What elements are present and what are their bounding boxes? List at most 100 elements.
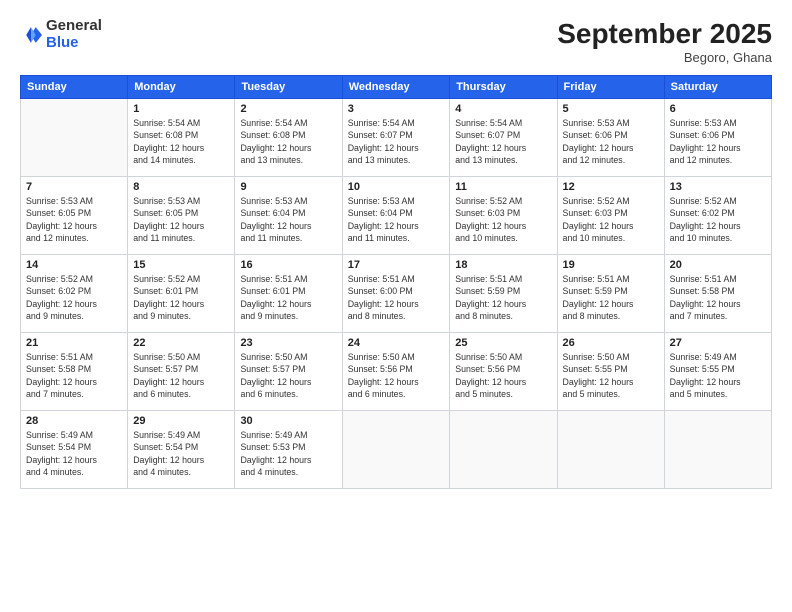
logo: General Blue — [20, 18, 102, 51]
day-info: Sunrise: 5:54 AMSunset: 6:08 PMDaylight:… — [133, 117, 229, 166]
day-info: Sunrise: 5:53 AMSunset: 6:05 PMDaylight:… — [26, 195, 122, 244]
table-row: 26 Sunrise: 5:50 AMSunset: 5:55 PMDayligh… — [557, 333, 664, 411]
calendar-week-row: 1 Sunrise: 5:54 AMSunset: 6:08 PMDaylight… — [21, 99, 772, 177]
table-row: 22 Sunrise: 5:50 AMSunset: 5:57 PMDayligh… — [128, 333, 235, 411]
table-row: 7 Sunrise: 5:53 AMSunset: 6:05 PMDaylight… — [21, 177, 128, 255]
day-number: 2 — [240, 103, 336, 115]
table-row: 3Sunrise: 5:54 AMSunset: 6:07 PMDaylight… — [342, 99, 450, 177]
day-number: 12 — [563, 181, 659, 193]
day-number: 26 — [563, 337, 659, 349]
table-row: 21Sunrise: 5:51 AMSunset: 5:58 PMDayligh… — [21, 333, 128, 411]
day-info: Sunrise: 5:50 AMSunset: 5:55 PMDaylight:… — [563, 351, 659, 400]
day-number: 30 — [240, 415, 336, 427]
table-row — [21, 99, 128, 177]
table-row — [450, 411, 557, 489]
day-info: Sunrise: 5:50 AMSunset: 5:56 PMDaylight:… — [455, 351, 551, 400]
day-number: 8 — [133, 181, 229, 193]
day-info: Sunrise: 5:53 AMSunset: 6:06 PMDaylight:… — [670, 117, 766, 166]
day-number: 7 — [26, 181, 122, 193]
calendar-header-row: Sunday Monday Tuesday Wednesday Thursday… — [21, 76, 772, 99]
table-row — [342, 411, 450, 489]
month-title: September 2025 — [557, 18, 772, 50]
day-number: 5 — [563, 103, 659, 115]
table-row: 12 Sunrise: 5:52 AMSunset: 6:03 PMDayligh… — [557, 177, 664, 255]
day-number: 23 — [240, 337, 336, 349]
table-row: 5 Sunrise: 5:53 AMSunset: 6:06 PMDaylight… — [557, 99, 664, 177]
day-info: Sunrise: 5:51 AMSunset: 6:00 PMDaylight:… — [348, 273, 445, 322]
table-row: 11 Sunrise: 5:52 AMSunset: 6:03 PMDayligh… — [450, 177, 557, 255]
day-info: Sunrise: 5:49 AMSunset: 5:54 PMDaylight:… — [26, 429, 122, 478]
day-info: Sunrise: 5:50 AMSunset: 5:57 PMDaylight:… — [133, 351, 229, 400]
day-info: Sunrise: 5:50 AMSunset: 5:57 PMDaylight:… — [240, 351, 336, 400]
calendar-table: Sunday Monday Tuesday Wednesday Thursday… — [20, 75, 772, 489]
col-tuesday: Tuesday — [235, 76, 342, 99]
logo-blue-text: Blue — [46, 34, 79, 51]
day-info: Sunrise: 5:51 AMSunset: 5:58 PMDaylight:… — [670, 273, 766, 322]
col-friday: Friday — [557, 76, 664, 99]
table-row: 28 Sunrise: 5:49 AMSunset: 5:54 PMDayligh… — [21, 411, 128, 489]
day-info: Sunrise: 5:52 AMSunset: 6:03 PMDaylight:… — [455, 195, 551, 244]
day-info: Sunrise: 5:52 AMSunset: 6:02 PMDaylight:… — [670, 195, 766, 244]
day-info: Sunrise: 5:54 AMSunset: 6:07 PMDaylight:… — [348, 117, 445, 166]
table-row: 13 Sunrise: 5:52 AMSunset: 6:02 PMDayligh… — [664, 177, 771, 255]
day-number: 24 — [348, 337, 445, 349]
day-number: 22 — [133, 337, 229, 349]
day-number: 28 — [26, 415, 122, 427]
day-number: 14 — [26, 259, 122, 271]
table-row: 27 Sunrise: 5:49 AMSunset: 5:55 PMDayligh… — [664, 333, 771, 411]
table-row: 8 Sunrise: 5:53 AMSunset: 6:05 PMDaylight… — [128, 177, 235, 255]
table-row: 9Sunrise: 5:53 AMSunset: 6:04 PMDaylight… — [235, 177, 342, 255]
day-info: Sunrise: 5:53 AMSunset: 6:04 PMDaylight:… — [240, 195, 336, 244]
table-row — [664, 411, 771, 489]
day-number: 15 — [133, 259, 229, 271]
table-row: 24 Sunrise: 5:50 AMSunset: 5:56 PMDayligh… — [342, 333, 450, 411]
day-info: Sunrise: 5:52 AMSunset: 6:01 PMDaylight:… — [133, 273, 229, 322]
col-sunday: Sunday — [21, 76, 128, 99]
day-info: Sunrise: 5:54 AMSunset: 6:08 PMDaylight:… — [240, 117, 336, 166]
day-info: Sunrise: 5:49 AMSunset: 5:54 PMDaylight:… — [133, 429, 229, 478]
calendar-week-row: 7 Sunrise: 5:53 AMSunset: 6:05 PMDaylight… — [21, 177, 772, 255]
table-row: 19Sunrise: 5:51 AMSunset: 5:59 PMDayligh… — [557, 255, 664, 333]
day-number: 1 — [133, 103, 229, 115]
day-number: 11 — [455, 181, 551, 193]
calendar-week-row: 28 Sunrise: 5:49 AMSunset: 5:54 PMDayligh… — [21, 411, 772, 489]
day-number: 21 — [26, 337, 122, 349]
table-row — [557, 411, 664, 489]
title-block: September 2025 Begoro, Ghana — [557, 18, 772, 65]
day-number: 16 — [240, 259, 336, 271]
calendar-week-row: 21Sunrise: 5:51 AMSunset: 5:58 PMDayligh… — [21, 333, 772, 411]
day-info: Sunrise: 5:49 AMSunset: 5:53 PMDaylight:… — [240, 429, 336, 478]
day-info: Sunrise: 5:53 AMSunset: 6:04 PMDaylight:… — [348, 195, 445, 244]
logo-general-text: General — [46, 17, 102, 34]
day-info: Sunrise: 5:52 AMSunset: 6:03 PMDaylight:… — [563, 195, 659, 244]
day-number: 27 — [670, 337, 766, 349]
table-row: 17Sunrise: 5:51 AMSunset: 6:00 PMDayligh… — [342, 255, 450, 333]
col-monday: Monday — [128, 76, 235, 99]
table-row: 25Sunrise: 5:50 AMSunset: 5:56 PMDayligh… — [450, 333, 557, 411]
table-row: 20 Sunrise: 5:51 AMSunset: 5:58 PMDayligh… — [664, 255, 771, 333]
table-row: 30 Sunrise: 5:49 AMSunset: 5:53 PMDayligh… — [235, 411, 342, 489]
day-info: Sunrise: 5:54 AMSunset: 6:07 PMDaylight:… — [455, 117, 551, 166]
table-row: 10Sunrise: 5:53 AMSunset: 6:04 PMDayligh… — [342, 177, 450, 255]
day-number: 18 — [455, 259, 551, 271]
day-number: 6 — [670, 103, 766, 115]
page-header: General Blue September 2025 Begoro, Ghan… — [20, 18, 772, 65]
table-row: 6 Sunrise: 5:53 AMSunset: 6:06 PMDaylight… — [664, 99, 771, 177]
location-subtitle: Begoro, Ghana — [557, 50, 772, 65]
day-info: Sunrise: 5:49 AMSunset: 5:55 PMDaylight:… — [670, 351, 766, 400]
day-info: Sunrise: 5:51 AMSunset: 5:59 PMDaylight:… — [455, 273, 551, 322]
day-number: 13 — [670, 181, 766, 193]
logo-icon — [20, 24, 42, 46]
day-info: Sunrise: 5:50 AMSunset: 5:56 PMDaylight:… — [348, 351, 445, 400]
day-number: 20 — [670, 259, 766, 271]
day-number: 29 — [133, 415, 229, 427]
day-info: Sunrise: 5:51 AMSunset: 6:01 PMDaylight:… — [240, 273, 336, 322]
day-number: 19 — [563, 259, 659, 271]
table-row: 14Sunrise: 5:52 AMSunset: 6:02 PMDayligh… — [21, 255, 128, 333]
table-row: 4 Sunrise: 5:54 AMSunset: 6:07 PMDaylight… — [450, 99, 557, 177]
table-row: 29 Sunrise: 5:49 AMSunset: 5:54 PMDayligh… — [128, 411, 235, 489]
table-row: 16 Sunrise: 5:51 AMSunset: 6:01 PMDayligh… — [235, 255, 342, 333]
day-number: 4 — [455, 103, 551, 115]
day-info: Sunrise: 5:53 AMSunset: 6:06 PMDaylight:… — [563, 117, 659, 166]
day-info: Sunrise: 5:53 AMSunset: 6:05 PMDaylight:… — [133, 195, 229, 244]
